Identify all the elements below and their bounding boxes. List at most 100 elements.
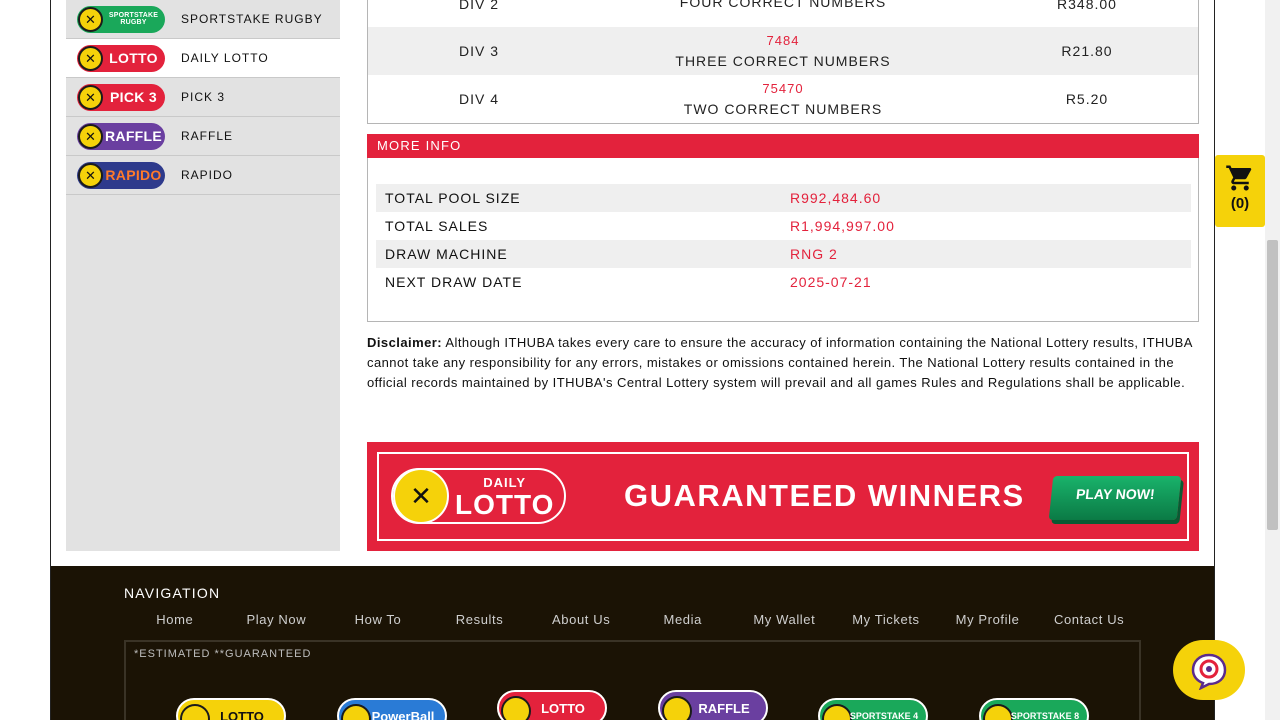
- footer-games-panel: *ESTIMATED **GUARANTEED LOTTO PowerBall …: [124, 640, 1141, 720]
- lottery-ball-icon: [822, 704, 852, 720]
- footer-link-my-tickets[interactable]: My Tickets: [835, 612, 937, 627]
- footer-link-how-to[interactable]: How To: [327, 612, 429, 627]
- banner-frame: ✕ DAILY LOTTO GUARANTEED WINNERS PLAY NO…: [377, 452, 1189, 541]
- lottery-ball-icon: [341, 704, 371, 720]
- footer-link-my-wallet[interactable]: My Wallet: [734, 612, 836, 627]
- scrollbar[interactable]: [1265, 0, 1280, 720]
- game-logo-sportstake-8[interactable]: SPORTSTAKE 8: [979, 698, 1089, 720]
- division-label: DIV 2: [458, 0, 499, 12]
- logo-main-text: LOTTO: [455, 489, 555, 520]
- game-logo-sportstake-4[interactable]: SPORTSTAKE 4: [818, 698, 928, 720]
- sidebar-item-label: RAFFLE: [181, 129, 234, 143]
- game-logo-daily-lotto[interactable]: LOTTO: [497, 690, 607, 720]
- badge-text: PICK 3: [110, 89, 157, 105]
- cart-button[interactable]: (0): [1215, 155, 1265, 227]
- lottery-ball-icon: [180, 704, 210, 720]
- info-value: R1,994,997.00: [790, 218, 895, 234]
- badge-text: LOTTO: [109, 50, 158, 66]
- chat-button[interactable]: [1173, 640, 1245, 700]
- info-row: TOTAL SALES R1,994,997.00: [376, 212, 1191, 240]
- lottery-ball-icon: [501, 696, 531, 720]
- table-row: DIV 4 75470 TWO CORRECT NUMBERS R5.20: [368, 75, 1198, 123]
- game-logo-text: SPORTSTAKE 8: [1010, 711, 1080, 720]
- lottery-ball-icon: ✕: [78, 123, 103, 149]
- estimate-note: *ESTIMATED **GUARANTEED: [134, 648, 312, 660]
- disclaimer-label: Disclaimer:: [367, 335, 443, 350]
- footer-link-results[interactable]: Results: [429, 612, 531, 627]
- sidebar-item-raffle[interactable]: ✕ RAFFLE RAFFLE: [66, 117, 340, 156]
- game-logo-text: SPORTSTAKE 4: [849, 711, 919, 720]
- info-key: NEXT DRAW DATE: [385, 274, 523, 290]
- sidebar-item-daily-lotto[interactable]: ✕ LOTTO DAILY LOTTO: [66, 39, 340, 78]
- footer-nav: Home Play Now How To Results About Us Me…: [124, 612, 1140, 627]
- division-results-table: DIV 2 FOUR CORRECT NUMBERS R348.00 DIV 3…: [367, 0, 1199, 124]
- lottery-ball-icon: [662, 696, 692, 720]
- prize-amount: R21.80: [1061, 43, 1113, 59]
- winning-numbers: 7484: [766, 33, 800, 48]
- footer-link-contact-us[interactable]: Contact Us: [1038, 612, 1140, 627]
- game-sidebar: ✕ SPORTSTAKE RUGBY SPORTSTAKE RUGBY ✕ LO…: [66, 0, 340, 551]
- info-row: DRAW MACHINE RNG 2: [376, 240, 1191, 268]
- more-info-panel: TOTAL POOL SIZE R992,484.60 TOTAL SALES …: [367, 158, 1199, 322]
- lottery-ball-icon: [983, 704, 1013, 720]
- daily-lotto-promo-banner[interactable]: ✕ DAILY LOTTO GUARANTEED WINNERS PLAY NO…: [367, 442, 1199, 551]
- match-description: FOUR CORRECT NUMBERS: [679, 0, 887, 10]
- badge-text: RAPIDO: [105, 167, 162, 183]
- footer-link-play-now[interactable]: Play Now: [226, 612, 328, 627]
- scrollbar-thumb[interactable]: [1267, 240, 1278, 530]
- more-info-header: MORE INFO: [367, 134, 1199, 158]
- lottery-ball-icon: ✕: [78, 84, 103, 110]
- badge-text: SPORTSTAKE RUGBY: [108, 12, 159, 26]
- footer-link-home[interactable]: Home: [124, 612, 226, 627]
- banner-title: GUARANTEED WINNERS: [624, 478, 1025, 513]
- daily-lotto-logo: ✕ DAILY LOTTO: [391, 468, 566, 524]
- logo-text: DAILY LOTTO: [455, 476, 554, 519]
- game-logo-powerball[interactable]: PowerBall: [337, 698, 447, 720]
- badge-text: RAFFLE: [105, 128, 163, 144]
- cart-icon: [1226, 165, 1252, 191]
- sidebar-item-label: PICK 3: [181, 90, 226, 104]
- site-footer: NAVIGATION Home Play Now How To Results …: [51, 566, 1214, 720]
- winning-numbers-cell: 7484 THREE CORRECT NUMBERS: [590, 31, 976, 71]
- play-now-button[interactable]: PLAY NOW!: [1048, 476, 1182, 520]
- winning-numbers-cell: FOUR CORRECT NUMBERS: [590, 0, 976, 12]
- lottery-ball-icon: ✕: [78, 45, 103, 71]
- info-row: NEXT DRAW DATE 2025-07-21: [376, 268, 1191, 296]
- game-logo-raffle[interactable]: RAFFLE: [658, 690, 768, 720]
- prize-amount: R348.00: [1057, 0, 1117, 12]
- info-key: TOTAL POOL SIZE: [385, 190, 521, 206]
- footer-link-media[interactable]: Media: [632, 612, 734, 627]
- winning-numbers-cell: 75470 TWO CORRECT NUMBERS: [590, 79, 976, 119]
- daily-lotto-logo: ✕ LOTTO: [77, 44, 165, 72]
- prize-amount: R5.20: [1065, 91, 1109, 107]
- match-description: THREE CORRECT NUMBERS: [675, 53, 891, 69]
- sidebar-item-pick-3[interactable]: ✕ PICK 3 PICK 3: [66, 78, 340, 117]
- sidebar-item-label: RAPIDO: [181, 168, 234, 182]
- sidebar-item-label: SPORTSTAKE RUGBY: [181, 12, 323, 26]
- division-label: DIV 3: [458, 43, 499, 59]
- info-value: RNG 2: [790, 246, 838, 262]
- lottery-ball-icon: ✕: [393, 468, 449, 524]
- pick-3-logo: ✕ PICK 3: [77, 83, 165, 111]
- sidebar-item-sportstake-rugby[interactable]: ✕ SPORTSTAKE RUGBY SPORTSTAKE RUGBY: [66, 0, 340, 39]
- table-row: DIV 3 7484 THREE CORRECT NUMBERS R21.80: [368, 27, 1198, 75]
- sidebar-item-label: DAILY LOTTO: [181, 51, 269, 65]
- game-logo-text: PowerBall: [371, 708, 435, 720]
- game-logo-lotto[interactable]: LOTTO: [176, 698, 286, 720]
- rapido-logo: ✕ RAPIDO: [77, 161, 165, 189]
- footer-link-about-us[interactable]: About Us: [530, 612, 632, 627]
- info-key: DRAW MACHINE: [385, 246, 508, 262]
- sidebar-item-rapido[interactable]: ✕ RAPIDO RAPIDO: [66, 156, 340, 195]
- info-row: TOTAL POOL SIZE R992,484.60: [376, 184, 1191, 212]
- raffle-logo: ✕ RAFFLE: [77, 122, 165, 150]
- lottery-ball-icon: ✕: [78, 6, 103, 32]
- info-key: TOTAL SALES: [385, 218, 489, 234]
- disclaimer: Disclaimer: Although ITHUBA takes every …: [367, 333, 1199, 393]
- sportstake-rugby-logo: ✕ SPORTSTAKE RUGBY: [77, 5, 165, 33]
- division-label: DIV 4: [458, 91, 499, 107]
- table-row: DIV 2 FOUR CORRECT NUMBERS R348.00: [368, 0, 1198, 24]
- footer-link-my-profile[interactable]: My Profile: [937, 612, 1039, 627]
- footer-nav-title: NAVIGATION: [124, 585, 221, 601]
- winning-numbers: 75470: [762, 81, 804, 96]
- cart-count: (0): [1230, 195, 1250, 212]
